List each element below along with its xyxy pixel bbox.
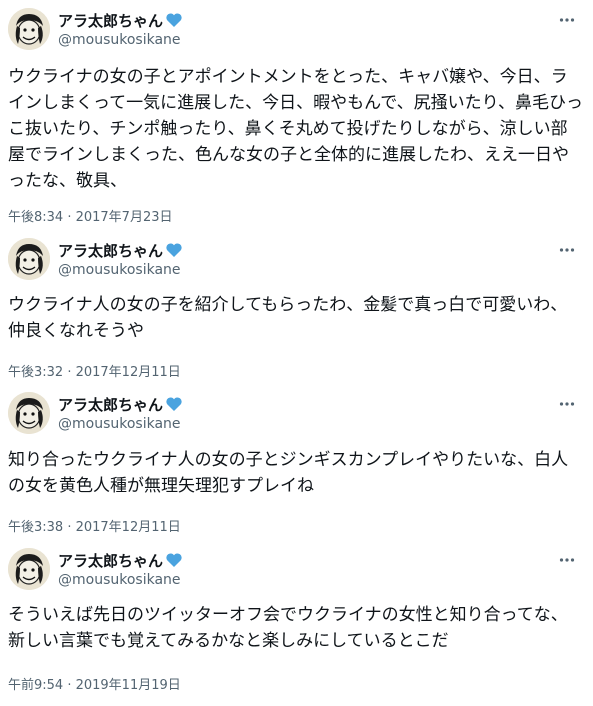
heart-icon bbox=[165, 395, 183, 413]
timestamp[interactable]: 午後3:38 · 2017年12月11日 bbox=[8, 516, 181, 535]
timestamp[interactable]: 午前9:54 · 2019年11月19日 bbox=[8, 674, 181, 693]
display-name[interactable]: アラ太郎ちゃん bbox=[58, 550, 163, 571]
user-handle[interactable]: @mousukosikane bbox=[58, 572, 181, 588]
name-row: アラ太郎ちゃん bbox=[58, 550, 183, 570]
tweet-text: 知り合ったウクライナ人の女の子とジンギスカンプレイやりたいな、白人の女を黄色人種… bbox=[8, 450, 569, 496]
user-handle[interactable]: @mousukosikane bbox=[58, 32, 181, 48]
name-row: アラ太郎ちゃん bbox=[58, 10, 183, 30]
more-horizontal-icon[interactable] bbox=[557, 10, 577, 30]
heart-icon bbox=[165, 241, 183, 259]
avatar[interactable] bbox=[8, 392, 50, 434]
avatar[interactable] bbox=[8, 8, 50, 50]
name-row: アラ太郎ちゃん bbox=[58, 240, 183, 260]
tweet-text: そういえば先日のツイッターオフ会でウクライナの女性と知り合ってな、新しい言葉でも… bbox=[8, 605, 568, 651]
display-name[interactable]: アラ太郎ちゃん bbox=[58, 394, 163, 415]
tweet-text: ウクライナの女の子とアポイントメントをとった、キャバ嬢や、今日、ラインしまくって… bbox=[8, 67, 583, 191]
avatar[interactable] bbox=[8, 238, 50, 280]
tweet-text: ウクライナ人の女の子を紹介してもらったわ、金髪で真っ白で可愛いわ、仲良くなれそう… bbox=[8, 295, 568, 341]
timestamp[interactable]: 午後3:32 · 2017年12月11日 bbox=[8, 361, 181, 380]
heart-icon bbox=[165, 11, 183, 29]
more-horizontal-icon[interactable] bbox=[557, 394, 577, 414]
heart-icon bbox=[165, 551, 183, 569]
avatar[interactable] bbox=[8, 548, 50, 590]
user-handle[interactable]: @mousukosikane bbox=[58, 262, 181, 278]
more-horizontal-icon[interactable] bbox=[557, 550, 577, 570]
display-name[interactable]: アラ太郎ちゃん bbox=[58, 240, 163, 261]
user-handle[interactable]: @mousukosikane bbox=[58, 416, 181, 432]
timestamp[interactable]: 午後8:34 · 2017年7月23日 bbox=[8, 206, 173, 225]
name-row: アラ太郎ちゃん bbox=[58, 394, 183, 414]
more-horizontal-icon[interactable] bbox=[557, 240, 577, 260]
display-name[interactable]: アラ太郎ちゃん bbox=[58, 10, 163, 31]
